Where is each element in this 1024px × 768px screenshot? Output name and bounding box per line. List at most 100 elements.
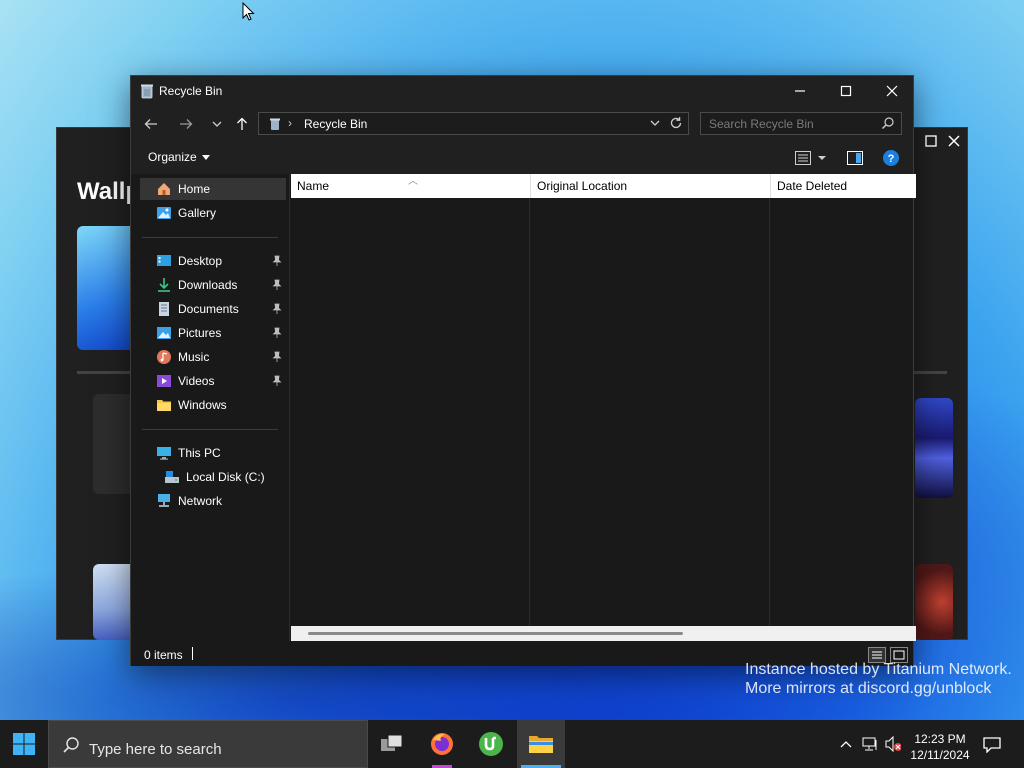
- mouse-cursor-icon: [242, 2, 255, 21]
- pin-icon[interactable]: [272, 351, 282, 363]
- recycle-bin-icon: [141, 84, 153, 99]
- address-bar-row: › Recycle Bin: [131, 106, 913, 142]
- chevron-right-icon: ›: [288, 116, 292, 130]
- sidebar-item-pictures[interactable]: Pictures: [140, 322, 286, 344]
- window-title: Recycle Bin: [159, 84, 223, 98]
- volume-muted-icon: [885, 736, 901, 752]
- navigation-pane: Home Gallery Desktop Downloads Documents…: [131, 174, 289, 641]
- scrollbar-thumb[interactable]: [308, 632, 683, 635]
- wallpaper-thumbnail[interactable]: [915, 398, 953, 498]
- help-button[interactable]: ?: [881, 148, 901, 168]
- notification-icon[interactable]: [983, 737, 1001, 753]
- pin-icon[interactable]: [272, 303, 282, 315]
- title-bar[interactable]: Recycle Bin: [131, 76, 913, 106]
- file-explorer-window[interactable]: Recycle Bin › Recycle Bin Search Recycle…: [130, 75, 916, 666]
- sidebar-item-documents[interactable]: Documents: [140, 298, 286, 320]
- breadcrumb[interactable]: Recycle Bin: [304, 117, 367, 131]
- watermark-line: More mirrors at discord.gg/unblock: [745, 680, 992, 697]
- preview-pane-icon: [847, 151, 863, 165]
- organize-label: Organize: [148, 150, 197, 164]
- horizontal-scrollbar[interactable]: [291, 626, 916, 641]
- download-icon: [158, 278, 170, 292]
- maximize-icon[interactable]: [923, 134, 939, 150]
- preview-pane-button[interactable]: [845, 148, 865, 168]
- change-view-button[interactable]: [791, 148, 831, 168]
- maximize-button[interactable]: [823, 76, 869, 106]
- sidebar-item-videos[interactable]: Videos: [140, 370, 286, 392]
- search-icon[interactable]: [881, 116, 895, 130]
- column-divider: [529, 198, 530, 626]
- start-button[interactable]: [0, 720, 48, 768]
- sidebar-item-label: Music: [178, 350, 210, 364]
- clock-time: 12:23 PM: [914, 732, 966, 746]
- chevron-down-icon[interactable]: [648, 116, 662, 130]
- task-view-button[interactable]: [368, 720, 416, 768]
- sidebar-item-label: This PC: [178, 446, 221, 460]
- close-icon: [886, 85, 898, 97]
- sidebar-item-home[interactable]: Home: [140, 178, 286, 200]
- chevron-down-icon: [212, 121, 222, 127]
- details-view-icon: [795, 151, 811, 165]
- sidebar-item-windows[interactable]: Windows: [140, 394, 286, 416]
- sidebar-item-downloads[interactable]: Downloads: [140, 274, 286, 296]
- sidebar-item-desktop[interactable]: Desktop: [140, 250, 286, 272]
- pin-icon[interactable]: [272, 375, 282, 387]
- sidebar-item-label: Downloads: [178, 278, 238, 292]
- gallery-icon: [157, 207, 171, 219]
- task-view-icon: [381, 734, 403, 751]
- taskbar-search-box[interactable]: Type here to search: [48, 720, 368, 768]
- column-header-date-deleted[interactable]: Date Deleted: [771, 174, 916, 198]
- sidebar-item-label: Desktop: [178, 254, 223, 268]
- command-bar: Organize ?: [131, 142, 913, 174]
- desktop-icon: [157, 255, 171, 266]
- sidebar-item-music[interactable]: Music: [140, 346, 286, 368]
- system-clock[interactable]: 12:23 PM 12/11/2024: [905, 731, 975, 763]
- back-button[interactable]: [140, 114, 162, 134]
- sort-up-icon: ︿: [408, 176, 418, 187]
- file-list[interactable]: Name ︿ Original Location Date Deleted: [289, 174, 916, 641]
- folder-icon: [157, 400, 171, 411]
- sidebar-item-label: Pictures: [178, 326, 222, 340]
- pin-icon[interactable]: [272, 255, 282, 267]
- windows-logo-icon: [13, 733, 35, 755]
- forward-button[interactable]: [175, 114, 197, 134]
- column-header-row: Name ︿ Original Location Date Deleted: [291, 174, 916, 198]
- firefox-taskbar-button[interactable]: [418, 720, 466, 768]
- organize-button[interactable]: Organize: [148, 150, 210, 164]
- address-bar[interactable]: › Recycle Bin: [258, 112, 689, 135]
- sidebar-item-label: Network: [178, 494, 223, 508]
- sidebar-item-local-disk[interactable]: Local Disk (C:): [140, 466, 286, 488]
- search-box[interactable]: [700, 112, 902, 135]
- search-input[interactable]: [701, 113, 876, 134]
- recent-locations-button[interactable]: [206, 114, 228, 134]
- column-header-name[interactable]: Name ︿: [291, 174, 531, 198]
- sidebar-item-network[interactable]: Network: [140, 490, 286, 512]
- help-icon: ?: [883, 150, 899, 166]
- network-tray-button[interactable]: [862, 736, 878, 752]
- music-icon: [157, 350, 171, 364]
- network-wired-icon: [862, 737, 877, 751]
- svg-text:?: ?: [888, 153, 895, 165]
- sidebar-item-label: Local Disk (C:): [186, 470, 265, 484]
- close-button[interactable]: [869, 76, 915, 106]
- refresh-icon[interactable]: [668, 115, 684, 131]
- close-icon[interactable]: [946, 134, 962, 150]
- search-icon: [63, 737, 79, 753]
- wallpaper-thumbnail[interactable]: [915, 564, 953, 640]
- column-label: Name: [297, 179, 330, 193]
- pin-icon[interactable]: [272, 279, 282, 291]
- up-button[interactable]: [231, 114, 253, 134]
- caret-down-icon: [201, 155, 210, 161]
- file-explorer-taskbar-button[interactable]: [517, 720, 565, 768]
- utorrent-taskbar-button[interactable]: [467, 720, 515, 768]
- sidebar-item-label: Home: [178, 182, 211, 196]
- sidebar-item-this-pc[interactable]: This PC: [140, 442, 286, 464]
- minimize-button[interactable]: [777, 76, 823, 106]
- pin-icon[interactable]: [272, 327, 282, 339]
- show-hidden-icons-button[interactable]: [838, 736, 854, 752]
- videos-icon: [157, 375, 171, 387]
- taskbar-search-placeholder: Type here to search: [89, 741, 222, 758]
- volume-tray-button[interactable]: [885, 736, 901, 752]
- sidebar-item-gallery[interactable]: Gallery: [140, 202, 286, 224]
- column-header-original-location[interactable]: Original Location: [531, 174, 771, 198]
